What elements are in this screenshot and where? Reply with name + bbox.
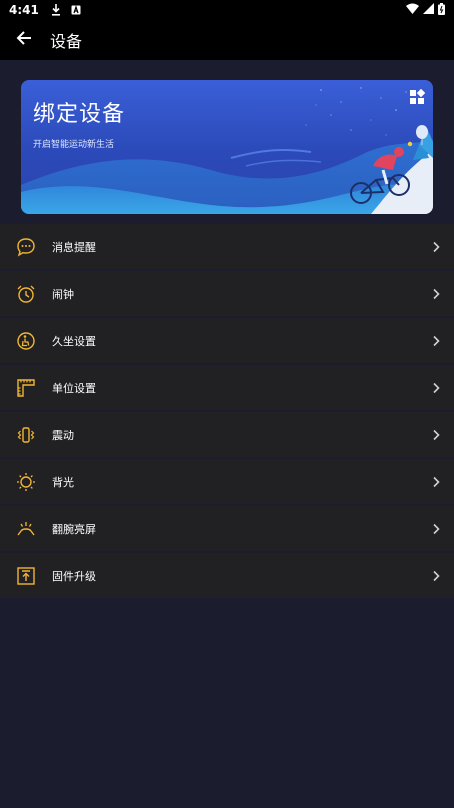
menu-item-label: 单位设置 [52,381,96,395]
banner-title: 绑定设备 [33,102,126,127]
chevron-right-icon [432,553,440,598]
menu-item-firmware-upgrade[interactable]: 固件升级 [0,553,454,598]
firmware-upgrade-icon [0,553,52,598]
menu-item-vibration[interactable]: 震动 [0,412,454,457]
battery-icon [438,2,445,18]
settings-list: 消息提醒 闹钟 久坐设置 单位设置 震动 背光 翻腕亮屏 固件升级 [0,224,454,600]
menu-item-label: 闹钟 [52,287,74,301]
status-bar: 4:41 [0,0,454,20]
menu-item-label: 背光 [52,475,74,489]
download-icon [51,4,61,16]
chevron-right-icon [432,365,440,410]
chevron-right-icon [432,412,440,457]
wrist-raise-icon [0,506,52,551]
notification-a-icon [71,5,81,15]
ruler-icon [0,365,52,410]
chevron-right-icon [432,318,440,363]
menu-item-label: 固件升级 [52,569,96,583]
message-bubble-icon [0,224,52,269]
app-bar: 设备 [0,20,454,60]
wifi-icon [406,3,419,17]
sedentary-icon [0,318,52,363]
grid-apps-icon[interactable] [409,88,426,109]
bind-device-banner[interactable]: 绑定设备 开启智能运动新生活 [21,80,433,214]
menu-item-wrist-raise[interactable]: 翻腕亮屏 [0,506,454,551]
vibration-icon [0,412,52,457]
menu-item-sedentary[interactable]: 久坐设置 [0,318,454,363]
menu-item-label: 震动 [52,428,74,442]
chevron-right-icon [432,224,440,269]
banner-subtitle: 开启智能运动新生活 [33,140,115,150]
chevron-right-icon [432,271,440,316]
chevron-right-icon [432,459,440,504]
alarm-clock-icon [0,271,52,316]
menu-item-alarm[interactable]: 闹钟 [0,271,454,316]
menu-item-label: 久坐设置 [52,334,96,348]
page-title: 设备 [50,32,83,51]
menu-item-label: 翻腕亮屏 [52,522,96,536]
back-button[interactable] [0,20,48,60]
menu-item-backlight[interactable]: 背光 [0,459,454,504]
menu-item-message-reminder[interactable]: 消息提醒 [0,224,454,269]
menu-item-label: 消息提醒 [52,240,96,254]
signal-icon [423,3,434,17]
arrow-back-icon [16,30,32,50]
menu-item-unit-settings[interactable]: 单位设置 [0,365,454,410]
chevron-right-icon [432,506,440,551]
sun-icon [0,459,52,504]
status-time: 4:41 [9,3,39,17]
